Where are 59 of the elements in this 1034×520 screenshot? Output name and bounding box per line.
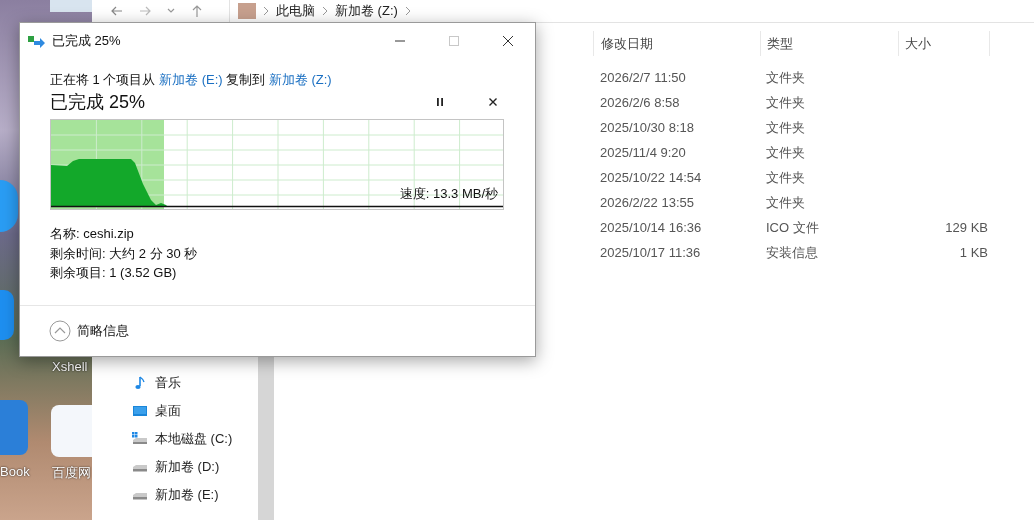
date-cell-text: 2025/10/14 16:36 [599,220,703,235]
detail-line: 剩余项目: 1 (3.52 GB) [50,264,178,282]
breadcrumb-item[interactable]: 新加卷 (Z:) [335,2,398,20]
pause-icon [435,97,445,107]
breadcrumb-item[interactable]: 此电脑 [276,2,315,20]
desktop-icon-label[interactable]: Xshell [52,359,88,374]
type-cell-text: 文件夹 [765,143,806,162]
column-header[interactable]: 类型 [760,31,898,56]
close-icon [502,35,514,47]
column-header[interactable]: 大小 [898,31,990,56]
app-icon[interactable] [50,0,92,12]
app-icon[interactable] [0,290,14,340]
window-title: 已完成 25% [52,32,121,50]
app-icon[interactable] [0,180,18,232]
app-icon[interactable] [51,405,92,457]
app-icon[interactable] [0,400,28,455]
copy-arrow-icon [28,34,46,48]
detail-line: 剩余时间: 大约 2 分 30 秒 [50,244,199,263]
date-cell-text: 2025/10/22 14:54 [599,170,703,185]
column-header[interactable]: 修改日期 [593,31,760,56]
type-cell-text: 文件夹 [765,118,806,137]
progress-heading: 已完成 25% [50,91,146,114]
forward-arrow-icon[interactable] [138,4,152,18]
speed-reading: 速度: 13.3 MB/秒 [399,185,498,203]
type-cell-text: 文件夹 [765,193,806,212]
date-cell-text: 2026/2/7 11:50 [599,70,687,85]
size-cell: 1 KB [959,245,988,260]
fewer-details-button[interactable]: 简略信息 [49,320,129,342]
close-icon [488,97,498,107]
maximize-icon [448,35,460,47]
nav-item[interactable]: 新加卷 (E:) [155,486,219,504]
date-cell-text: 2026/2/6 8:58 [599,95,681,110]
type-cell-text: 安装信息 [765,243,819,262]
date-cell-text: 2026/2/22 13:55 [599,195,695,210]
chevron-right-icon [322,6,328,16]
back-arrow-icon[interactable] [110,4,124,18]
photo-placeholder [238,3,256,19]
size-cell: 129 KB [945,220,988,235]
chevron-up-icon [49,320,71,342]
type-cell-text: ICO 文件 [765,218,820,237]
monitor-icon [132,403,148,419]
type-cell-text: 文件夹 [765,68,806,87]
nav-item[interactable]: 本地磁盘 (C:) [155,430,233,448]
nav-item[interactable]: 音乐 [155,374,181,392]
date-cell-text: 2025/10/30 8:18 [599,120,695,135]
drive-link[interactable]: 新加卷 (E:) [159,72,223,87]
copy-description: 正在将 1 个项目从 新加卷 (E:) 复制到 新加卷 (Z:) [50,71,333,89]
drive-link[interactable]: 新加卷 (Z:) [268,72,332,87]
up-arrow-icon[interactable] [190,4,204,18]
chevron-right-icon [263,6,269,16]
date-cell-text: 2025/11/4 9:20 [599,145,687,160]
type-cell-text: 文件夹 [765,168,806,187]
detail-line: 名称: ceshi.zip [50,225,135,243]
type-cell-text: 文件夹 [765,93,806,112]
chevron-right-icon[interactable] [404,6,411,16]
system-drive-icon [132,431,148,447]
nav-item[interactable]: 桌面 [155,402,181,420]
nav-item[interactable]: 新加卷 (D:) [155,458,220,476]
date-cell-text: 2025/10/17 11:36 [599,245,702,260]
